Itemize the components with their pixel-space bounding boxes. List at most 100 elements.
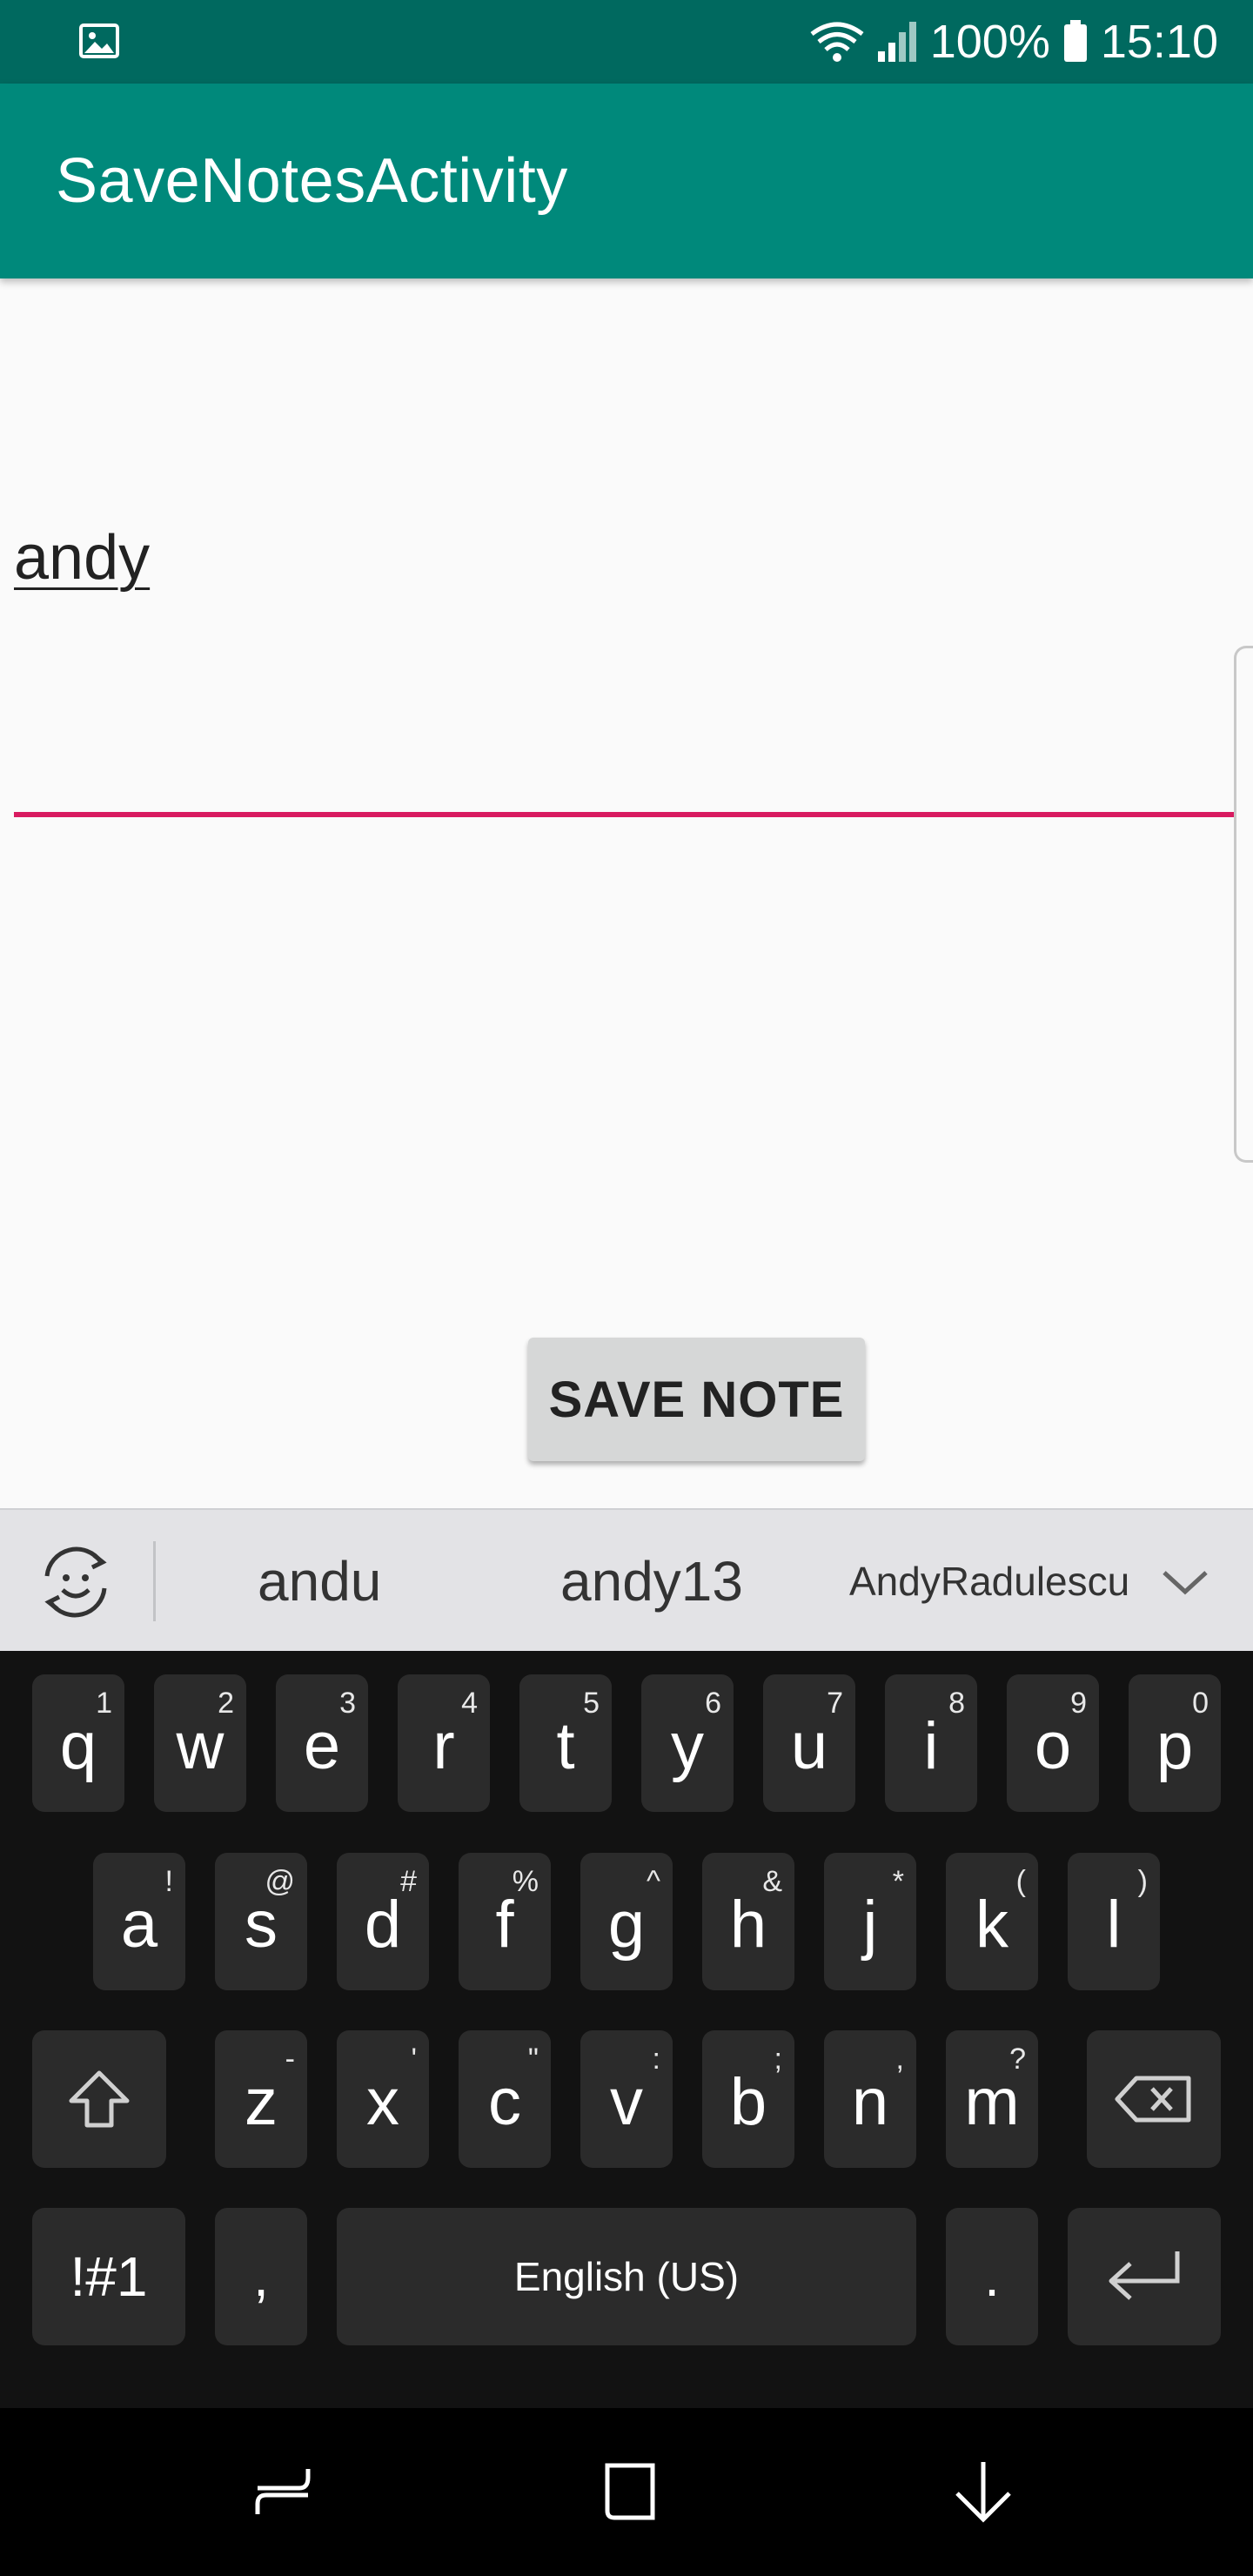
key-label: j [862, 1888, 878, 1962]
key-d[interactable]: # d [337, 1853, 429, 1990]
key-h[interactable]: & h [702, 1853, 794, 1990]
key-label: l [1106, 1888, 1122, 1962]
screen: 100% 15:10 SaveNotesActivity andy SAVE N… [0, 0, 1253, 2576]
key-c[interactable]: " c [459, 2030, 551, 2168]
navigation-bar [0, 2408, 1253, 2576]
key-label: m [964, 2065, 1020, 2139]
key-sup: " [527, 2043, 539, 2076]
key-sup: ' [411, 2043, 418, 2076]
key-sup: @ [265, 1865, 295, 1898]
back-icon[interactable] [948, 2457, 1018, 2526]
key-t[interactable]: 5t [519, 1674, 612, 1812]
key-label: u [790, 1709, 828, 1783]
key-label: g [607, 1888, 646, 1962]
key-g[interactable]: ^ g [580, 1853, 673, 1990]
key-b[interactable]: ; b [702, 2030, 794, 2168]
space-key[interactable]: English (US) [337, 2208, 916, 2345]
key-label: c [488, 2065, 521, 2139]
key-p[interactable]: 0p [1129, 1674, 1221, 1812]
key-label: b [729, 2065, 767, 2139]
key-sup: 3 [339, 1687, 356, 1720]
key-label: v [610, 2065, 643, 2139]
emoji-sync-icon[interactable] [35, 1541, 117, 1623]
app-title: SaveNotesActivity [56, 146, 568, 216]
key-label: o [1034, 1709, 1072, 1783]
key-sup: 0 [1192, 1687, 1209, 1720]
key-label: y [671, 1709, 704, 1783]
key-z[interactable]: -z [215, 2030, 307, 2168]
key-sup: % [512, 1865, 539, 1898]
shift-key[interactable] [32, 2030, 166, 2168]
home-icon[interactable] [595, 2457, 665, 2526]
suggestion-item[interactable]: AndyRadulescu [849, 1510, 1129, 1653]
key-i[interactable]: 8i [885, 1674, 977, 1812]
key-v[interactable]: :v [580, 2030, 673, 2168]
suggestion-item[interactable]: andy13 [560, 1510, 743, 1653]
suggestion-divider [153, 1541, 156, 1621]
key-sup: 8 [948, 1687, 965, 1720]
recent-apps-icon[interactable] [247, 2457, 317, 2526]
key-sup: 1 [96, 1687, 112, 1720]
key-label: s [245, 1888, 278, 1962]
key-sup: 9 [1070, 1687, 1087, 1720]
app-bar: SaveNotesActivity [0, 84, 1253, 278]
key-k[interactable]: (k [946, 1853, 1038, 1990]
key-sup: 6 [705, 1687, 721, 1720]
key-w[interactable]: 2w [154, 1674, 246, 1812]
key-a[interactable]: ! a [93, 1853, 185, 1990]
key-sup: 5 [583, 1687, 600, 1720]
signal-icon [877, 22, 916, 62]
backspace-key[interactable] [1087, 2030, 1221, 2168]
key-label: h [729, 1888, 767, 1962]
key-label: q [59, 1709, 97, 1783]
key-sup: ( [1015, 1865, 1026, 1898]
enter-key[interactable] [1068, 2208, 1221, 2345]
key-y[interactable]: 6y [641, 1674, 734, 1812]
key-m[interactable]: ? m [946, 2030, 1038, 2168]
key-e[interactable]: 3e [276, 1674, 368, 1812]
key-label: t [556, 1709, 575, 1783]
key-sup: # [400, 1865, 417, 1898]
key-f[interactable]: % f [459, 1853, 551, 1990]
key-n[interactable]: ,n [824, 2030, 916, 2168]
key-r[interactable]: 4r [398, 1674, 490, 1812]
key-sup: , [895, 2043, 904, 2076]
key-q[interactable]: 1q [32, 1674, 124, 1812]
clock: 15:10 [1100, 16, 1218, 68]
key-u[interactable]: 7u [763, 1674, 855, 1812]
key-sup: 7 [827, 1687, 843, 1720]
key-x[interactable]: ' x [337, 2030, 429, 2168]
key-label: p [1156, 1709, 1194, 1783]
status-bar: 100% 15:10 [0, 0, 1253, 84]
key-sup: ? [1009, 2043, 1026, 2076]
key-o[interactable]: 9o [1007, 1674, 1099, 1812]
comma-key[interactable]: , [215, 2208, 307, 2345]
key-label: i [923, 1709, 939, 1783]
enter-icon [1109, 2251, 1180, 2300]
key-s[interactable]: @ s [215, 1853, 307, 1990]
key-label: k [975, 1888, 1008, 1962]
key-l[interactable]: ) l [1068, 1853, 1160, 1990]
period-key[interactable]: . [946, 2208, 1038, 2345]
battery-percent: 100% [929, 16, 1050, 68]
key-label: a [120, 1888, 158, 1962]
wifi-icon [810, 22, 864, 62]
save-note-button[interactable]: SAVE NOTE [528, 1338, 865, 1461]
key-sup: ! [164, 1865, 173, 1898]
backspace-icon [1115, 2076, 1191, 2123]
key-sup: 2 [218, 1687, 234, 1720]
key-label: r [432, 1709, 455, 1783]
chevron-down-icon[interactable] [1159, 1560, 1211, 1602]
edge-panel-handle[interactable] [1234, 646, 1253, 1163]
suggestion-item[interactable]: andu [258, 1510, 381, 1653]
key-label: n [851, 2065, 889, 2139]
key-label: z [245, 2065, 278, 2139]
note-input[interactable]: andy [14, 522, 150, 594]
symbols-key[interactable]: !#1 [32, 2208, 185, 2345]
key-j[interactable]: * j [824, 1853, 916, 1990]
shift-icon [69, 2070, 130, 2128]
key-label: x [366, 2065, 399, 2139]
note-input-underline [14, 812, 1239, 817]
key-label: w [176, 1709, 224, 1783]
status-right: 100% 15:10 [810, 0, 1218, 84]
